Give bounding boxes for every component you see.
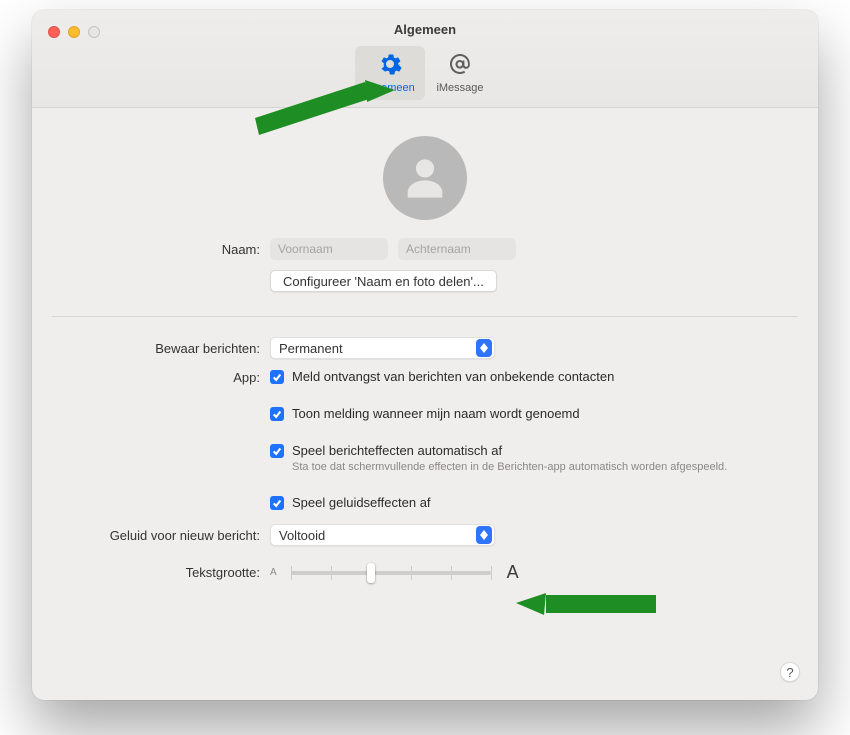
person-icon xyxy=(399,150,451,207)
last-name-field[interactable] xyxy=(398,238,516,260)
chevron-updown-icon xyxy=(476,526,492,544)
window-title: Algemeen xyxy=(32,22,818,37)
tab-imessage-label: iMessage xyxy=(436,82,483,94)
help-button[interactable]: ? xyxy=(780,662,800,682)
checkbox-name-mentioned[interactable] xyxy=(270,407,284,421)
configure-name-photo-button[interactable]: Configureer 'Naam en foto delen'... xyxy=(270,270,497,292)
titlebar: Algemeen Algemeen iMessage xyxy=(32,10,818,108)
checkbox-unknown-contacts-label: Meld ontvangst van berichten van onbeken… xyxy=(292,369,614,384)
section-divider xyxy=(52,316,798,317)
checkbox-message-effects-label: Speel berichteffecten automatisch af xyxy=(292,443,727,458)
first-name-field[interactable] xyxy=(270,238,388,260)
text-size-label: Tekstgrootte: xyxy=(32,565,270,580)
new-message-sound-popup[interactable]: Voltooid xyxy=(270,524,495,546)
tab-general-label: Algemeen xyxy=(365,82,415,94)
content-area: Naam: Configureer 'Naam en foto delen'..… xyxy=(32,108,818,700)
checkbox-message-effects-sub: Sta toe dat schermvullende effecten in d… xyxy=(292,461,727,473)
at-icon xyxy=(448,52,472,79)
keep-messages-value: Permanent xyxy=(279,341,343,356)
checkbox-unknown-contacts[interactable] xyxy=(270,370,284,384)
tab-general[interactable]: Algemeen xyxy=(355,46,425,100)
toolbar: Algemeen iMessage xyxy=(355,46,495,100)
profile-avatar[interactable] xyxy=(383,136,467,220)
checkbox-message-effects[interactable] xyxy=(270,444,284,458)
checkbox-name-mentioned-label: Toon melding wanneer mijn naam wordt gen… xyxy=(292,406,580,421)
checkbox-sound-effects[interactable] xyxy=(270,496,284,510)
text-size-slider[interactable] xyxy=(291,563,491,583)
text-size-large-icon: A xyxy=(507,562,519,583)
gear-icon xyxy=(378,52,402,79)
tab-imessage[interactable]: iMessage xyxy=(425,46,495,100)
chevron-updown-icon xyxy=(476,339,492,357)
new-message-sound-label: Geluid voor nieuw bericht: xyxy=(32,528,270,543)
app-label: App: xyxy=(32,369,270,385)
slider-thumb[interactable] xyxy=(367,563,375,583)
keep-messages-label: Bewaar berichten: xyxy=(32,341,270,356)
text-size-small-icon: A xyxy=(270,567,277,578)
preferences-window: Algemeen Algemeen iMessage Naam: xyxy=(32,10,818,700)
keep-messages-popup[interactable]: Permanent xyxy=(270,337,495,359)
new-message-sound-value: Voltooid xyxy=(279,528,325,543)
name-label: Naam: xyxy=(32,242,270,257)
checkbox-sound-effects-label: Speel geluidseffecten af xyxy=(292,495,431,510)
